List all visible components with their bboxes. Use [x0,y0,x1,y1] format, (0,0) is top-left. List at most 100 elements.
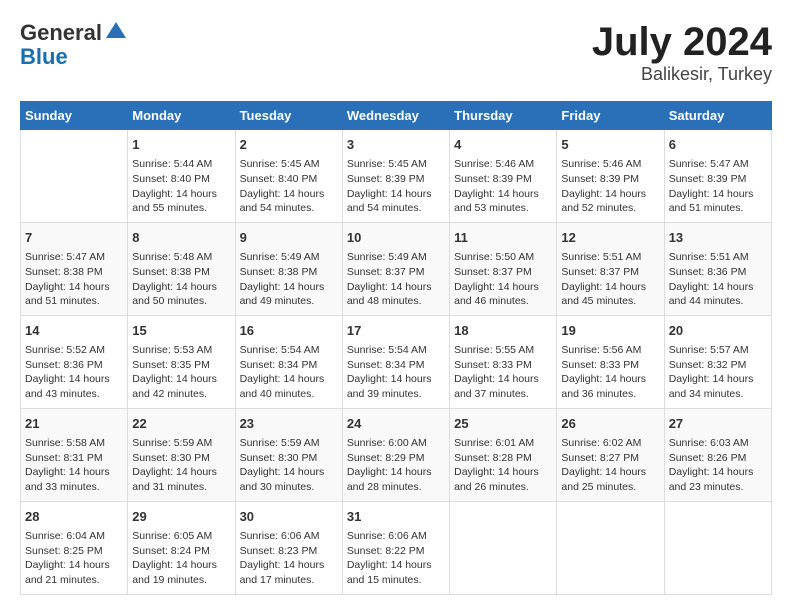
day-number: 20 [669,322,767,340]
day-info: Sunrise: 6:01 AM Sunset: 8:28 PM Dayligh… [454,436,552,495]
calendar-day-cell: 22 Sunrise: 5:59 AM Sunset: 8:30 PM Dayli… [128,408,235,501]
day-number: 14 [25,322,123,340]
day-info: Sunrise: 5:47 AM Sunset: 8:38 PM Dayligh… [25,250,123,309]
day-info: Sunrise: 5:45 AM Sunset: 8:39 PM Dayligh… [347,157,445,216]
calendar-day-cell: 31 Sunrise: 6:06 AM Sunset: 8:22 PM Dayli… [342,501,449,594]
calendar-day-cell: 24Sunrise: 6:00 AM Sunset: 8:29 PM Dayli… [342,408,449,501]
day-number: 21 [25,415,123,433]
weekday-header-cell: Thursday [450,102,557,130]
subtitle: Balikesir, Turkey [592,64,772,85]
day-info: Sunrise: 5:52 AM Sunset: 8:36 PM Dayligh… [25,343,123,402]
day-number: 4 [454,136,552,154]
day-info: Sunrise: 6:04 AM Sunset: 8:25 PM Dayligh… [25,529,123,588]
calendar-day-cell: 16Sunrise: 5:54 AM Sunset: 8:34 PM Dayli… [235,315,342,408]
day-info: Sunrise: 5:45 AM Sunset: 8:40 PM Dayligh… [240,157,338,216]
calendar-day-cell: 5Sunrise: 5:46 AM Sunset: 8:39 PM Daylig… [557,130,664,223]
day-info: Sunrise: 5:50 AM Sunset: 8:37 PM Dayligh… [454,250,552,309]
day-info: Sunrise: 5:59 AM Sunset: 8:30 PM Dayligh… [240,436,338,495]
day-number: 30 [240,508,338,526]
logo-blue: Blue [20,44,68,69]
page-header: General Blue July 2024 Balikesir, Turkey [20,20,772,85]
calendar-day-cell: 8 Sunrise: 5:48 AM Sunset: 8:38 PM Daylig… [128,222,235,315]
day-number: 9 [240,229,338,247]
calendar-day-cell: 28Sunrise: 6:04 AM Sunset: 8:25 PM Dayli… [21,501,128,594]
calendar-day-cell [450,501,557,594]
calendar-day-cell: 3 Sunrise: 5:45 AM Sunset: 8:39 PM Daylig… [342,130,449,223]
calendar-day-cell: 25 Sunrise: 6:01 AM Sunset: 8:28 PM Dayli… [450,408,557,501]
calendar-day-cell [664,501,771,594]
calendar-day-cell: 11 Sunrise: 5:50 AM Sunset: 8:37 PM Dayli… [450,222,557,315]
day-number: 29 [132,508,230,526]
calendar-day-cell: 7 Sunrise: 5:47 AM Sunset: 8:38 PM Daylig… [21,222,128,315]
logo-general: General [20,20,102,45]
weekday-header-cell: Tuesday [235,102,342,130]
day-number: 27 [669,415,767,433]
calendar-day-cell: 14 Sunrise: 5:52 AM Sunset: 8:36 PM Dayli… [21,315,128,408]
month-title: July 2024 [592,20,772,64]
calendar-day-cell: 13Sunrise: 5:51 AM Sunset: 8:36 PM Dayli… [664,222,771,315]
day-number: 17 [347,322,445,340]
logo-icon [104,20,128,40]
calendar-week-row: 28Sunrise: 6:04 AM Sunset: 8:25 PM Dayli… [21,501,772,594]
day-number: 16 [240,322,338,340]
day-info: Sunrise: 6:03 AM Sunset: 8:26 PM Dayligh… [669,436,767,495]
day-number: 25 [454,415,552,433]
day-number: 2 [240,136,338,154]
day-info: Sunrise: 6:02 AM Sunset: 8:27 PM Dayligh… [561,436,659,495]
day-info: Sunrise: 5:53 AM Sunset: 8:35 PM Dayligh… [132,343,230,402]
day-number: 26 [561,415,659,433]
day-number: 1 [132,136,230,154]
day-number: 13 [669,229,767,247]
day-info: Sunrise: 6:06 AM Sunset: 8:22 PM Dayligh… [347,529,445,588]
day-number: 18 [454,322,552,340]
day-info: Sunrise: 5:46 AM Sunset: 8:39 PM Dayligh… [561,157,659,216]
day-number: 24 [347,415,445,433]
calendar-week-row: 14 Sunrise: 5:52 AM Sunset: 8:36 PM Dayli… [21,315,772,408]
calendar-day-cell: 15 Sunrise: 5:53 AM Sunset: 8:35 PM Dayli… [128,315,235,408]
calendar-day-cell: 26 Sunrise: 6:02 AM Sunset: 8:27 PM Dayli… [557,408,664,501]
calendar-week-row: 1 Sunrise: 5:44 AM Sunset: 8:40 PM Daylig… [21,130,772,223]
day-number: 19 [561,322,659,340]
calendar-day-cell: 17Sunrise: 5:54 AM Sunset: 8:34 PM Dayli… [342,315,449,408]
title-block: July 2024 Balikesir, Turkey [592,20,772,85]
day-number: 6 [669,136,767,154]
day-number: 7 [25,229,123,247]
day-number: 11 [454,229,552,247]
day-info: Sunrise: 5:46 AM Sunset: 8:39 PM Dayligh… [454,157,552,216]
day-info: Sunrise: 5:55 AM Sunset: 8:33 PM Dayligh… [454,343,552,402]
day-info: Sunrise: 5:58 AM Sunset: 8:31 PM Dayligh… [25,436,123,495]
day-number: 12 [561,229,659,247]
calendar-day-cell: 30Sunrise: 6:06 AM Sunset: 8:23 PM Dayli… [235,501,342,594]
day-info: Sunrise: 5:57 AM Sunset: 8:32 PM Dayligh… [669,343,767,402]
calendar-day-cell: 23 Sunrise: 5:59 AM Sunset: 8:30 PM Dayli… [235,408,342,501]
calendar-day-cell: 21 Sunrise: 5:58 AM Sunset: 8:31 PM Dayli… [21,408,128,501]
calendar-day-cell: 18 Sunrise: 5:55 AM Sunset: 8:33 PM Dayli… [450,315,557,408]
day-info: Sunrise: 5:44 AM Sunset: 8:40 PM Dayligh… [132,157,230,216]
calendar-day-cell: 27 Sunrise: 6:03 AM Sunset: 8:26 PM Dayli… [664,408,771,501]
weekday-header-cell: Monday [128,102,235,130]
day-number: 22 [132,415,230,433]
day-info: Sunrise: 5:48 AM Sunset: 8:38 PM Dayligh… [132,250,230,309]
logo: General Blue [20,20,128,69]
day-info: Sunrise: 5:59 AM Sunset: 8:30 PM Dayligh… [132,436,230,495]
calendar-day-cell: 12 Sunrise: 5:51 AM Sunset: 8:37 PM Dayli… [557,222,664,315]
calendar-body: 1 Sunrise: 5:44 AM Sunset: 8:40 PM Daylig… [21,130,772,595]
calendar-week-row: 21 Sunrise: 5:58 AM Sunset: 8:31 PM Dayli… [21,408,772,501]
calendar-table: SundayMondayTuesdayWednesdayThursdayFrid… [20,101,772,595]
weekday-header-cell: Wednesday [342,102,449,130]
calendar-day-cell: 1 Sunrise: 5:44 AM Sunset: 8:40 PM Daylig… [128,130,235,223]
calendar-week-row: 7 Sunrise: 5:47 AM Sunset: 8:38 PM Daylig… [21,222,772,315]
day-number: 15 [132,322,230,340]
calendar-day-cell: 20 Sunrise: 5:57 AM Sunset: 8:32 PM Dayli… [664,315,771,408]
weekday-header-cell: Friday [557,102,664,130]
calendar-day-cell: 29 Sunrise: 6:05 AM Sunset: 8:24 PM Dayli… [128,501,235,594]
day-number: 8 [132,229,230,247]
calendar-day-cell: 4 Sunrise: 5:46 AM Sunset: 8:39 PM Daylig… [450,130,557,223]
day-info: Sunrise: 5:51 AM Sunset: 8:37 PM Dayligh… [561,250,659,309]
day-number: 3 [347,136,445,154]
day-number: 31 [347,508,445,526]
calendar-day-cell: 19Sunrise: 5:56 AM Sunset: 8:33 PM Dayli… [557,315,664,408]
calendar-day-cell: 10Sunrise: 5:49 AM Sunset: 8:37 PM Dayli… [342,222,449,315]
day-number: 23 [240,415,338,433]
day-info: Sunrise: 6:05 AM Sunset: 8:24 PM Dayligh… [132,529,230,588]
